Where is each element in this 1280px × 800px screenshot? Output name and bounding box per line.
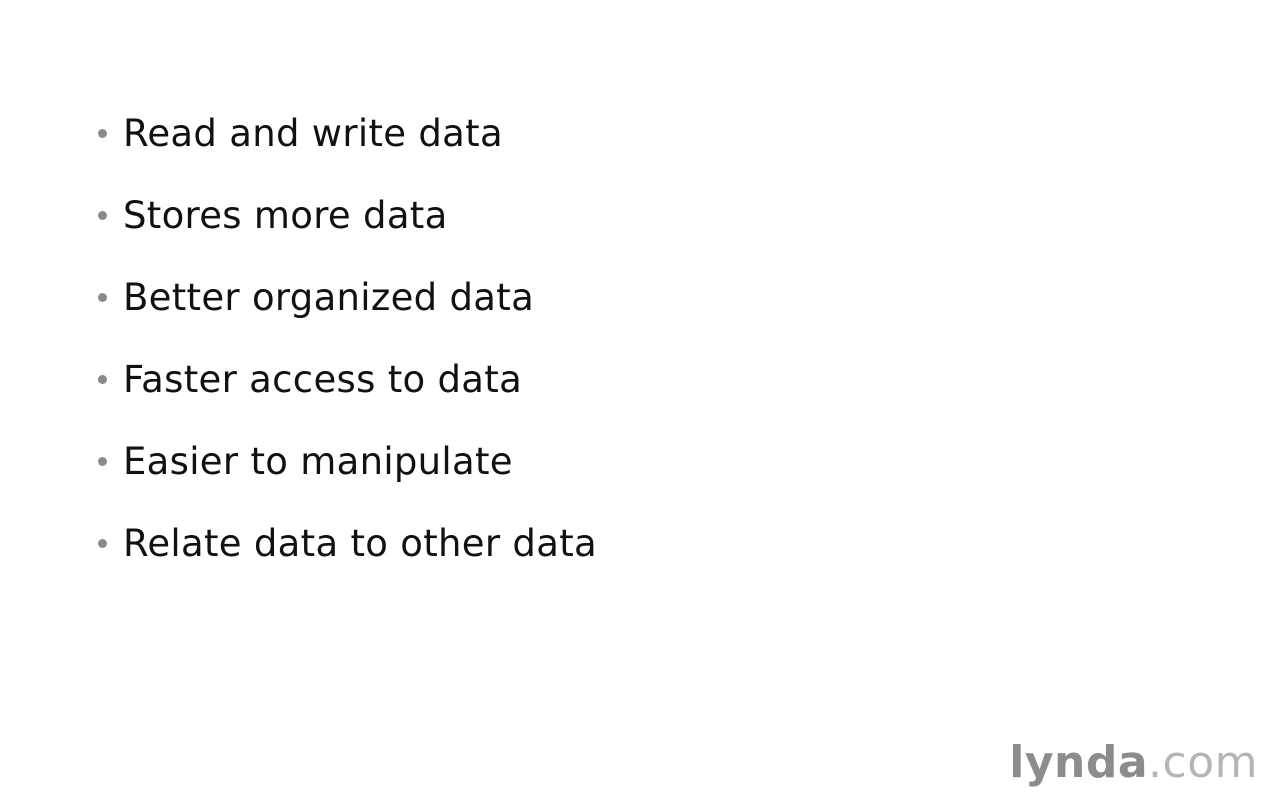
watermark-domain: .com [1148,737,1258,788]
bullet-item-read-write: Read and write data [96,108,597,158]
bullet-text: Read and write data [123,111,503,155]
watermark-brand: lynda [1009,737,1149,788]
bullet-item-faster-access: Faster access to data [96,354,597,404]
bullet-dot-icon [98,456,107,466]
bullet-text: Easier to manipulate [123,439,513,483]
bullet-dot-icon [98,374,107,384]
bullet-dot-icon [98,128,107,138]
slide: Read and write data Stores more data Bet… [0,0,1280,800]
bullet-item-relate-data: Relate data to other data [96,518,597,568]
bullet-list: Read and write data Stores more data Bet… [96,108,597,600]
bullet-item-better-organized: Better organized data [96,272,597,322]
lynda-watermark-logo: lynda.com [1009,737,1258,788]
bullet-item-easier-manipulate: Easier to manipulate [96,436,597,486]
bullet-text: Faster access to data [123,357,523,401]
bullet-dot-icon [98,292,107,302]
bullet-text: Better organized data [123,275,535,319]
bullet-dot-icon [98,538,107,548]
bullet-text: Relate data to other data [123,521,597,565]
bullet-text: Stores more data [123,193,448,237]
bullet-item-stores-more: Stores more data [96,190,597,240]
bullet-dot-icon [98,210,107,220]
